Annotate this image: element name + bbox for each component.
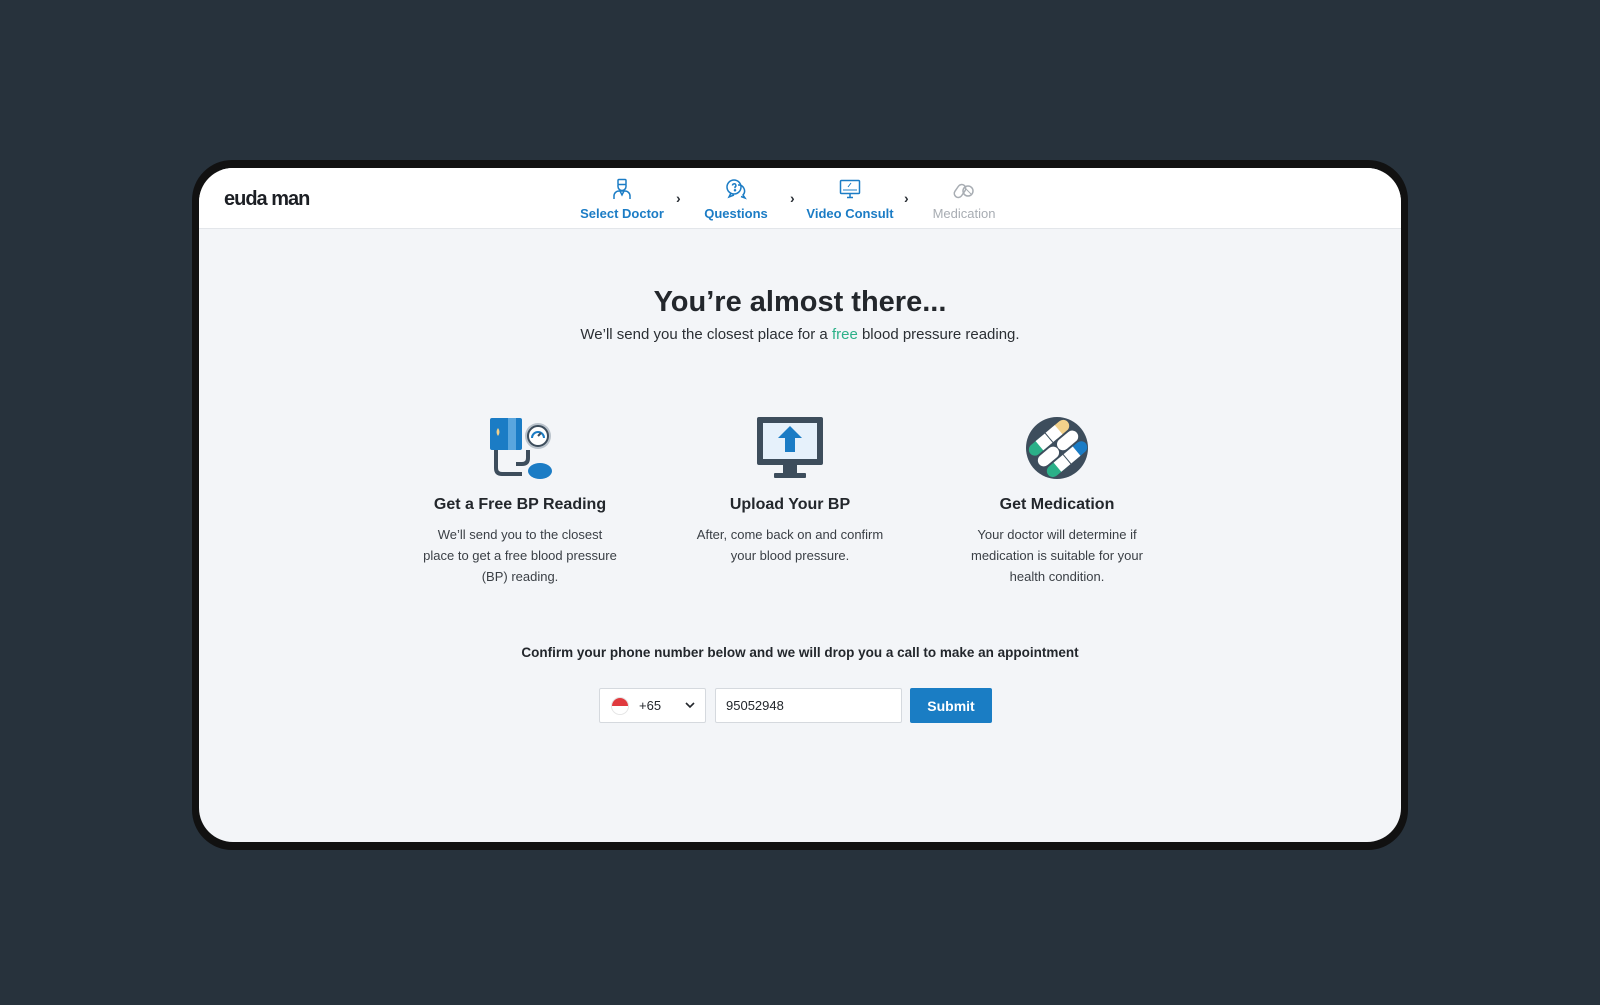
step-select-doctor[interactable]: Select Doctor: [567, 178, 677, 221]
chevron-right-icon: ›: [676, 190, 681, 206]
card-free-bp-reading: Get a Free BP Reading We’ll send you to …: [410, 416, 630, 587]
upload-monitor-icon: [757, 417, 823, 478]
country-code-select[interactable]: +65: [599, 688, 706, 723]
step-medication[interactable]: Medication: [909, 178, 1019, 221]
submit-button[interactable]: Submit: [910, 688, 992, 723]
top-bar: euda man Select Doctor › Questions › Vid…: [199, 168, 1401, 229]
chevron-right-icon: ›: [904, 190, 909, 206]
phone-prompt: Confirm your phone number below and we w…: [521, 645, 1079, 660]
card-description: After, come back on and confirm your blo…: [696, 527, 884, 563]
page-title: You’re almost there...: [653, 286, 947, 318]
step-video-consult[interactable]: Video Consult: [795, 178, 905, 221]
step-label: Video Consult: [806, 206, 894, 221]
card-upload-bp: Upload Your BP After, come back on and c…: [680, 416, 900, 566]
phone-number-input[interactable]: [715, 688, 902, 723]
card-get-medication: Get Medication Your doctor will determin…: [947, 416, 1167, 587]
chat-question-icon: [726, 179, 747, 200]
chevron-right-icon: ›: [790, 190, 795, 206]
medication-pills-icon: [1026, 417, 1088, 479]
step-label: Select Doctor: [580, 206, 664, 221]
card-title: Get a Free BP Reading: [433, 496, 607, 513]
progress-steps: Select Doctor › Questions › Video Consul…: [199, 168, 1401, 228]
app-screen: euda man Select Doctor › Questions › Vid…: [199, 168, 1401, 842]
subtitle-highlight: free: [831, 326, 858, 343]
pills-icon: [953, 183, 974, 199]
page-subtitle: We’ll send you the closest place for a f…: [199, 326, 1401, 343]
card-description: We’ll send you to the closest place to g…: [423, 527, 617, 584]
singapore-flag-icon: [611, 697, 629, 715]
step-label: Medication: [932, 206, 996, 221]
country-code-value: +65: [639, 698, 662, 713]
chevron-down-icon: [685, 702, 695, 709]
card-description: Your doctor will determine if medication…: [971, 527, 1143, 584]
card-title: Get Medication: [999, 496, 1115, 513]
doctor-icon: [613, 178, 631, 199]
subtitle-text-end: blood pressure reading.: [857, 326, 1020, 343]
blood-pressure-monitor-icon: [490, 418, 552, 479]
device-frame: euda man Select Doctor › Questions › Vid…: [192, 160, 1408, 850]
step-questions[interactable]: Questions: [681, 178, 791, 221]
subtitle-text: We’ll send you the closest place for a: [580, 326, 832, 343]
card-title: Upload Your BP: [729, 496, 851, 513]
monitor-icon: [839, 179, 861, 199]
step-label: Questions: [704, 206, 768, 221]
